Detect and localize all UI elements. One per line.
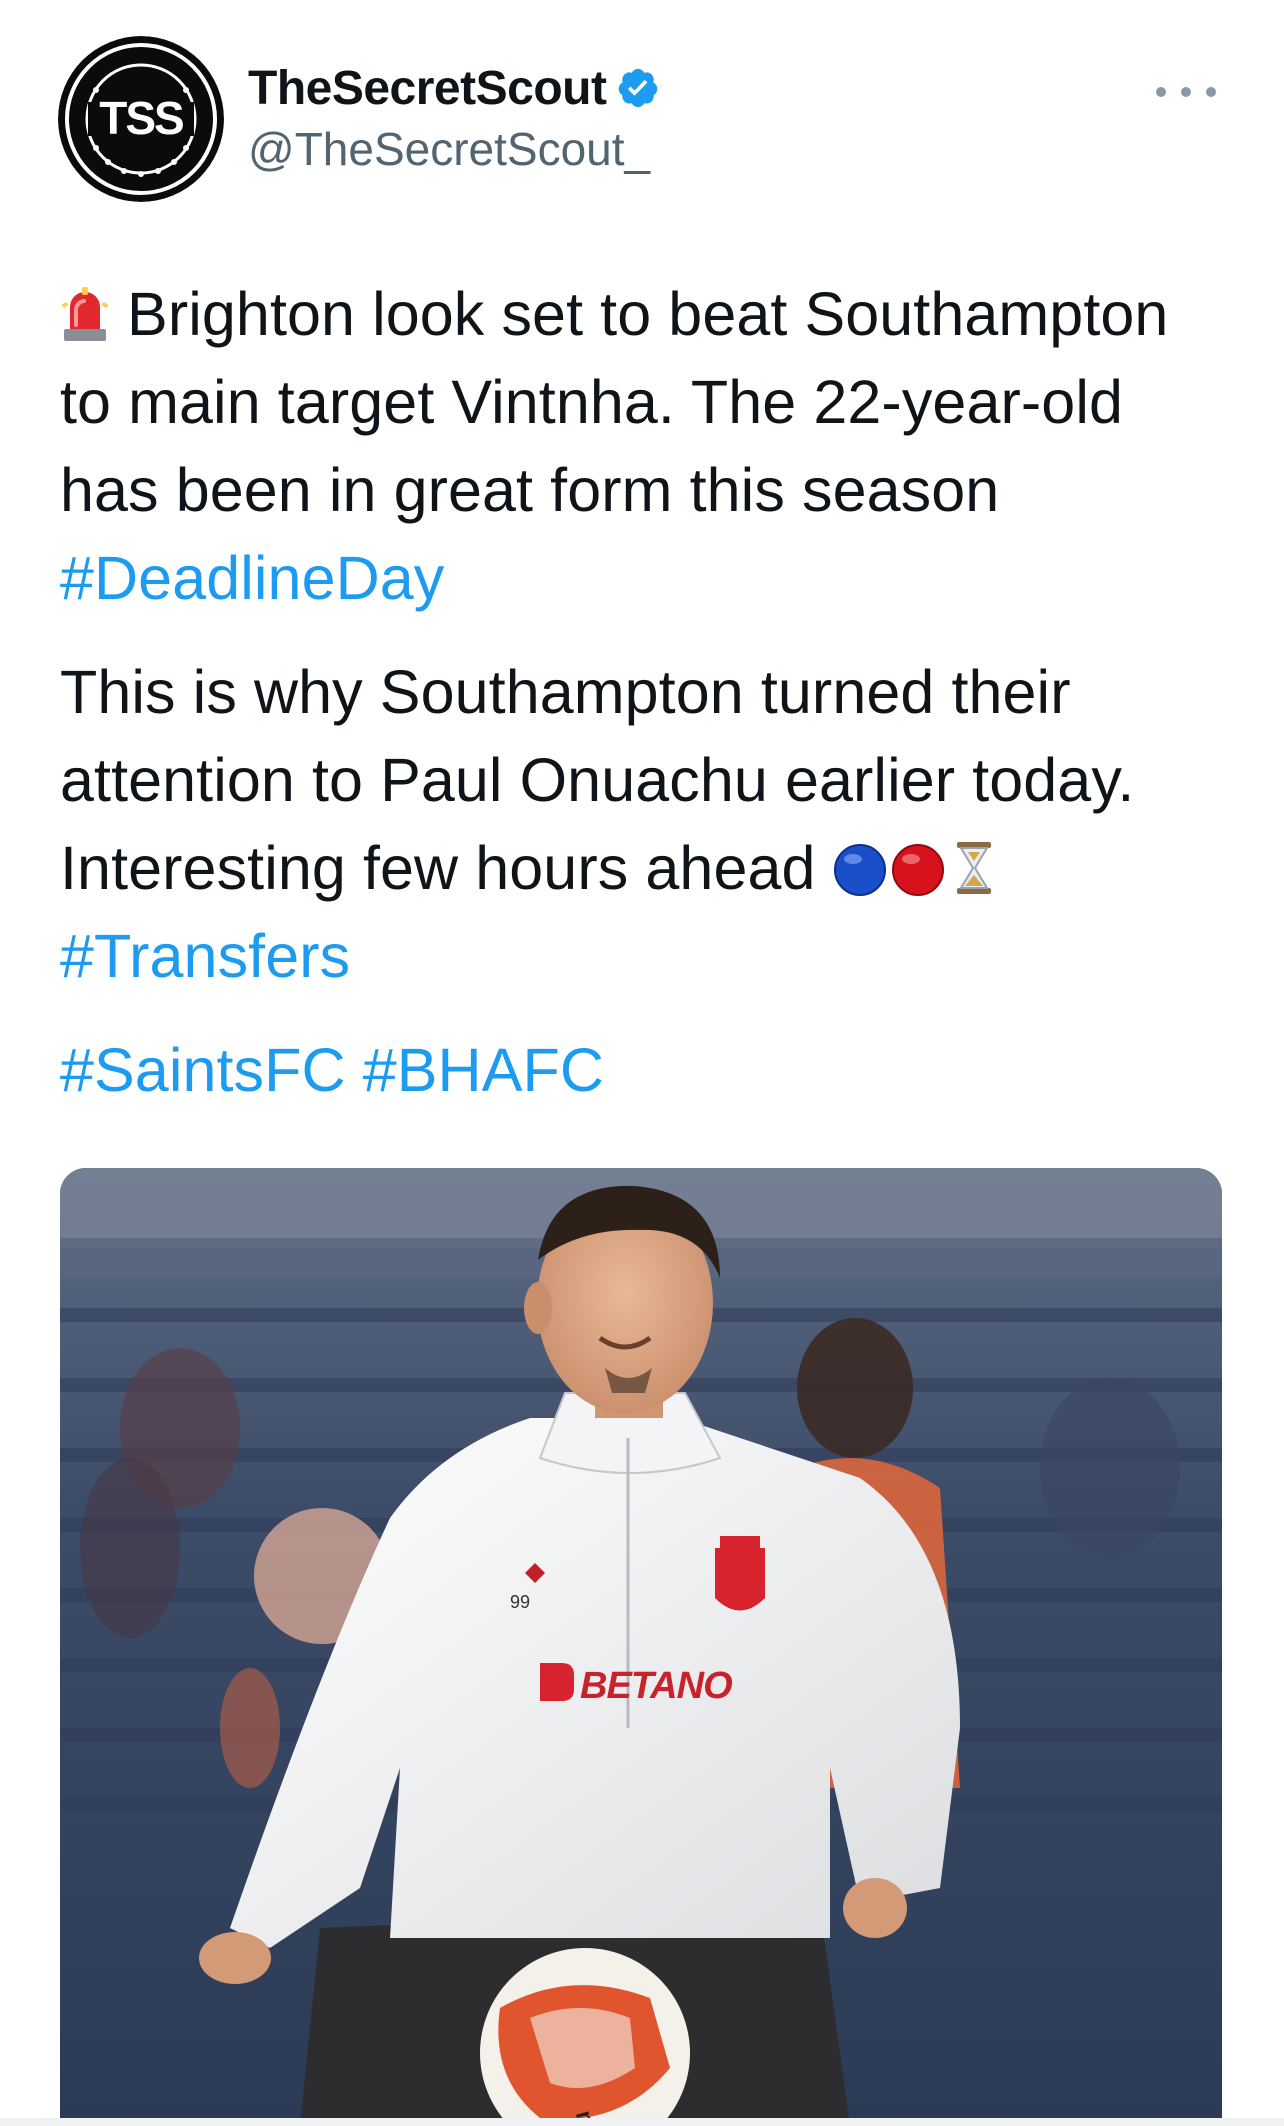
police-light-icon <box>62 287 108 341</box>
tweet: TSS TheSecretScout @TheSecretScout_ Brig… <box>0 0 1284 2126</box>
avatar-monogram: TSS <box>99 92 183 144</box>
tweet-paragraph-3: #SaintsFC #BHAFC <box>60 1026 1220 1114</box>
hashtag-deadlineday[interactable]: #DeadlineDay <box>60 544 444 612</box>
tweet-paragraph-1: Brighton look set to beat Southampton to… <box>60 270 1220 622</box>
tweet-media-photo[interactable]: 99 BETANO molten <box>60 1168 1222 2126</box>
author-block: TheSecretScout @TheSecretScout_ <box>248 58 660 176</box>
tweet-paragraph-2: This is why Southampton turned their att… <box>60 648 1220 1000</box>
shirt-number: 99 <box>510 1592 530 1612</box>
tweet-paragraph-1-text: Brighton look set to beat Southampton to… <box>60 280 1169 524</box>
hashtag-saintsfc[interactable]: #SaintsFC <box>60 1036 346 1104</box>
author-display-name[interactable]: TheSecretScout <box>248 61 607 116</box>
more-options-icon[interactable] <box>1156 72 1216 112</box>
player-photo-illustration: 99 BETANO molten <box>60 1168 1222 2126</box>
author-handle[interactable]: @TheSecretScout_ <box>248 122 660 176</box>
verified-badge-icon <box>619 68 658 108</box>
bottom-divider <box>0 2118 1284 2126</box>
hashtag-transfers[interactable]: #Transfers <box>60 922 350 990</box>
blue-circle-icon <box>833 844 886 896</box>
hourglass-icon <box>956 842 991 894</box>
tweet-text: Brighton look set to beat Southampton to… <box>60 270 1220 1140</box>
author-avatar[interactable]: TSS <box>58 36 224 202</box>
hashtag-bhafc[interactable]: #BHAFC <box>363 1036 604 1104</box>
avatar-logo-icon: TSS <box>58 36 224 202</box>
sponsor-text: BETANO <box>580 1665 732 1707</box>
red-circle-icon <box>891 844 944 896</box>
